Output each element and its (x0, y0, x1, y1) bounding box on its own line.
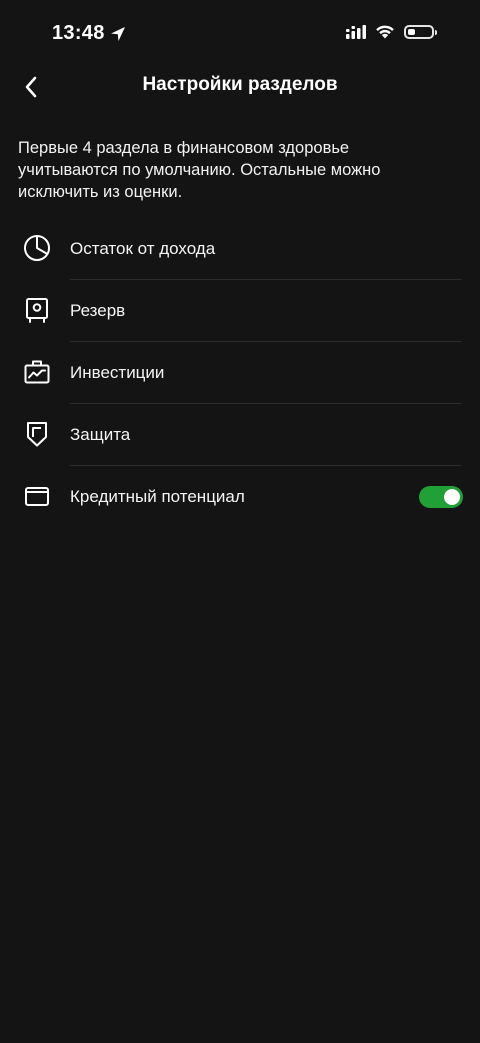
toggle-knob (444, 489, 460, 505)
briefcase-chart-icon (22, 357, 52, 387)
status-bar: 13:48 (0, 0, 480, 64)
section-row-credit-potential[interactable]: Кредитный потенциал (0, 466, 480, 528)
section-row-investments[interactable]: Инвестиции (0, 342, 480, 404)
battery-fill (408, 28, 415, 35)
status-time: 13:48 (52, 22, 127, 45)
cellular-signal-icon (346, 24, 366, 39)
navigation-bar: Настройки разделов (0, 64, 480, 108)
shield-icon (22, 419, 52, 449)
time-label: 13:48 (52, 22, 105, 44)
section-label: Кредитный потенциал (70, 487, 245, 506)
pie-chart-icon (22, 233, 52, 263)
section-row-income-remainder[interactable]: Остаток от дохода (0, 218, 480, 280)
section-label: Защита (70, 425, 131, 444)
status-indicators (346, 24, 437, 39)
section-label: Инвестиции (70, 363, 165, 382)
wallet-icon (22, 481, 52, 511)
section-row-protection[interactable]: Защита (0, 404, 480, 466)
section-row-reserve[interactable]: Резерв (0, 280, 480, 342)
description-text: Первые 4 раздела в финансовом здоровье у… (18, 139, 381, 201)
page-title: Настройки разделов (142, 74, 338, 95)
location-arrow-icon (110, 26, 125, 41)
sections-list: Остаток от дохода Резерв Инвестиции Защи… (0, 218, 480, 528)
credit-potential-toggle[interactable] (419, 486, 463, 508)
safe-icon (22, 295, 52, 325)
battery-icon (404, 24, 437, 39)
wifi-icon (376, 25, 394, 39)
section-label: Резерв (70, 301, 126, 320)
section-label: Остаток от дохода (70, 239, 216, 258)
